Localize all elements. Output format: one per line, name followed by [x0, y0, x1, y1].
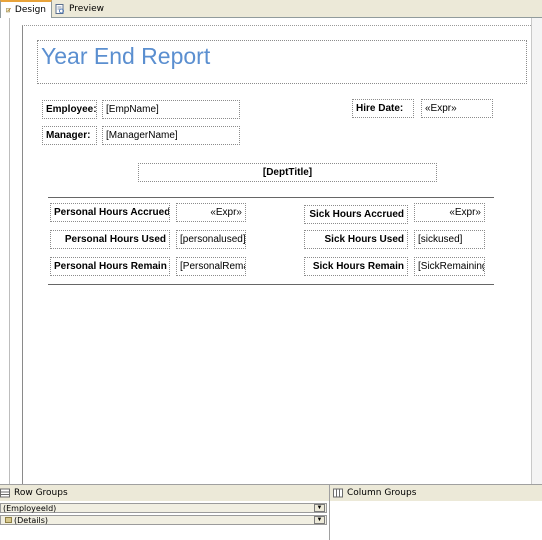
chevron-down-icon: ▼ [316, 517, 323, 523]
column-groups-icon [333, 488, 343, 498]
sick-hours-used-label[interactable]: Sick Hours Used [304, 230, 408, 249]
row-group-details-label: (Details) [14, 515, 48, 525]
row-group-employeeid-label: (EmployeeId) [3, 503, 57, 513]
row-groups-panel: (EmployeeId) ▼ (Details) ▼ [0, 501, 329, 540]
design-icon [6, 7, 11, 13]
sick-hours-accrued-field[interactable]: «Expr» [414, 203, 485, 222]
row-group-employeeid-dropdown[interactable]: ▼ [314, 504, 325, 512]
body-top-edge [22, 25, 531, 26]
column-groups-panel [330, 501, 542, 540]
row-groups-label: Row Groups [14, 488, 68, 498]
report-body[interactable] [22, 25, 532, 484]
row-group-employeeid[interactable]: (EmployeeId) ▼ [0, 503, 327, 513]
manager-label[interactable]: Manager: [42, 126, 97, 145]
row-group-details-dropdown[interactable]: ▼ [314, 516, 325, 524]
personal-hours-used-label[interactable]: Personal Hours Used [50, 230, 170, 249]
document-tab-strip: Design Preview [0, 0, 542, 18]
bottom-divider-line[interactable] [48, 284, 494, 285]
tab-preview-label: Preview [69, 3, 105, 14]
preview-icon [55, 3, 64, 14]
report-title-textbox[interactable]: Year End Report [37, 40, 527, 84]
employee-label[interactable]: Employee: [42, 100, 97, 119]
sick-hours-remain-field[interactable]: [SickRemaining [414, 257, 485, 276]
personal-hours-accrued-field[interactable]: «Expr» [176, 203, 246, 222]
row-groups-header[interactable]: Row Groups [0, 485, 68, 501]
details-group-icon [5, 517, 12, 523]
grouping-pane-header: Row Groups Column Groups [0, 484, 542, 502]
tab-preview[interactable]: Preview [50, 1, 110, 16]
canvas-right-margin [531, 18, 542, 484]
tab-design-label: Design [14, 5, 46, 15]
column-groups-label: Column Groups [347, 488, 417, 498]
personal-hours-accrued-label[interactable]: Personal Hours Accrued [50, 203, 170, 222]
sick-hours-accrued-label[interactable]: Sick Hours Accrued [304, 205, 408, 224]
personal-hours-used-field[interactable]: [personalused] [176, 230, 246, 249]
employee-name-field[interactable]: [EmpName] [102, 100, 240, 119]
personal-hours-remain-label[interactable]: Personal Hours Remain [50, 257, 170, 276]
chevron-down-icon: ▼ [316, 505, 323, 511]
top-divider-line[interactable] [48, 197, 494, 198]
column-groups-header[interactable]: Column Groups [333, 485, 416, 501]
hire-date-field[interactable]: «Expr» [421, 99, 493, 118]
row-group-details[interactable]: (Details) ▼ [0, 515, 327, 525]
tab-design[interactable]: Design [0, 0, 52, 18]
personal-hours-remain-field[interactable]: [PersonalRemai [176, 257, 246, 276]
manager-name-field[interactable]: [ManagerName] [102, 126, 240, 145]
row-groups-icon [0, 488, 10, 498]
dept-title-field[interactable]: [DeptTitle] [138, 163, 437, 182]
left-gutter-line [9, 18, 10, 484]
sick-hours-remain-label[interactable]: Sick Hours Remain [304, 257, 408, 276]
sick-hours-used-field[interactable]: [sickused] [414, 230, 485, 249]
hire-date-label[interactable]: Hire Date: [352, 99, 414, 118]
